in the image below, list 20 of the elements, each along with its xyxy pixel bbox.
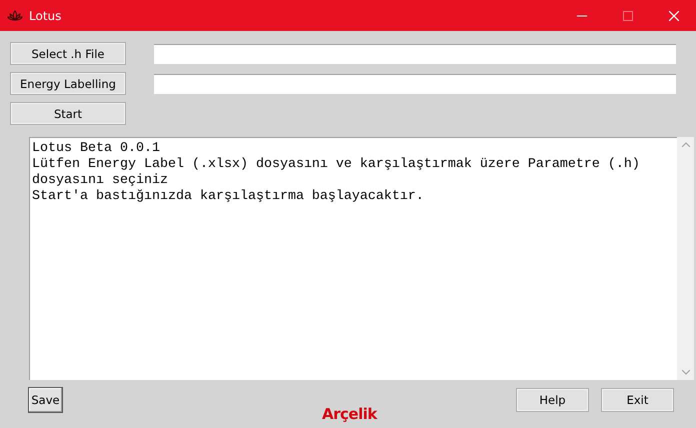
save-button[interactable]: Save <box>28 387 63 413</box>
dialog-button[interactable]: Help <box>516 388 589 412</box>
logo: Arçelik <box>322 405 377 423</box>
log-line: Start'a bastığınızda karşılaştırma başlayacaktır. <box>32 189 425 205</box>
scroll-up-icon[interactable] <box>682 142 690 147</box>
log-area[interactable]: Lotus Beta 0.0.1 Lütfen Energy Label (.xlsx) dosyasını ve karşılaştırmak üzere Parametre (.h) dosyasını seçiniz Start'a bastığınızda karşılaştırma başlayacaktır. <box>29 137 677 380</box>
dialog-button[interactable]: Exit <box>601 388 674 412</box>
close-icon[interactable] <box>669 10 679 20</box>
start-button[interactable]: Start <box>10 102 126 125</box>
scrollbar[interactable] <box>677 137 694 380</box>
log-line: Lütfen Energy Label (.xlsx) dosyasını ve karşılaştırmak üzere Parametre (.h) <box>32 157 641 173</box>
log-line: dosyasını seçiniz <box>32 173 169 189</box>
window-title: Lotus <box>29 8 62 22</box>
path-field[interactable] <box>154 44 676 64</box>
file-button[interactable]: Energy Labelling <box>10 72 126 95</box>
log-line: Lotus Beta 0.0.1 <box>32 141 161 157</box>
scroll-down-icon[interactable] <box>682 370 690 375</box>
lotus-icon <box>7 10 23 22</box>
file-button[interactable]: Select .h File <box>10 42 126 65</box>
path-field[interactable] <box>154 74 676 94</box>
